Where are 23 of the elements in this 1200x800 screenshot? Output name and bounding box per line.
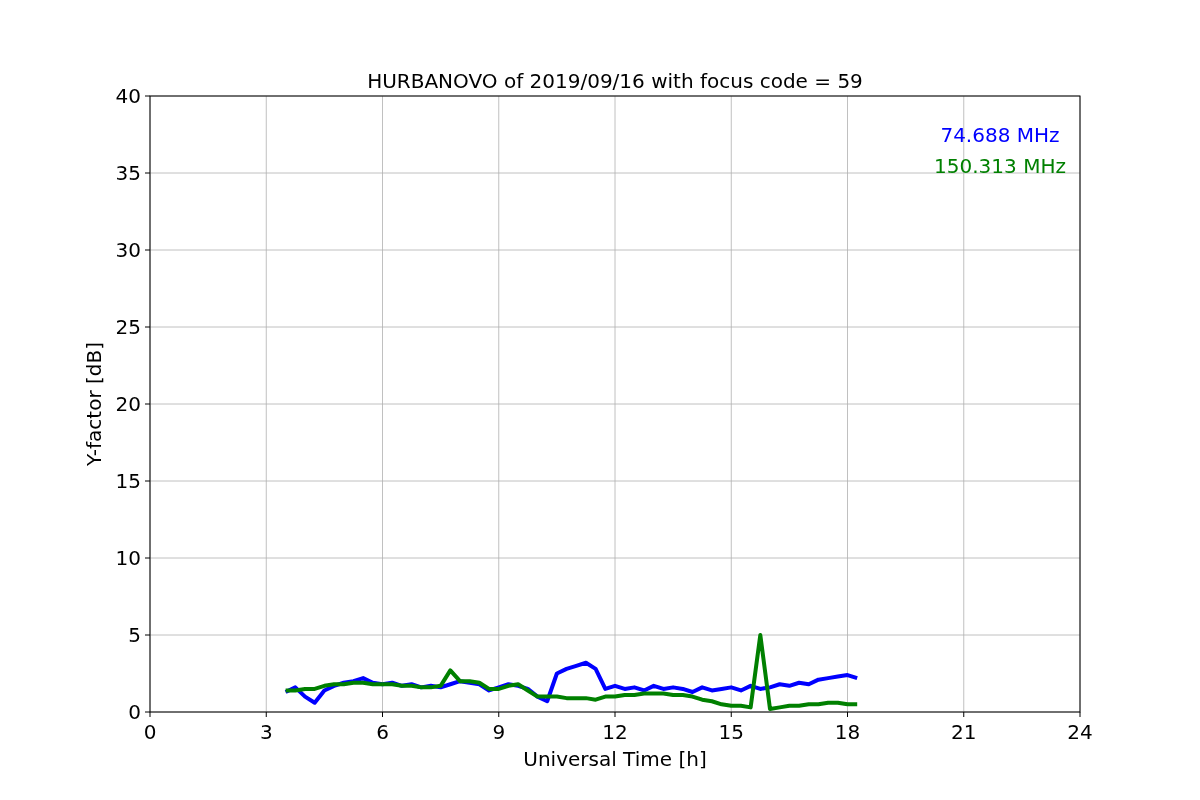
y-tick-label: 15 [115, 469, 141, 493]
y-tick-label: 30 [115, 238, 141, 262]
legend-label: 74.688 MHz [940, 123, 1060, 147]
x-tick-label: 6 [376, 720, 389, 744]
x-tick-label: 18 [834, 720, 861, 744]
y-tick-label: 25 [115, 315, 141, 339]
x-tick-label: 15 [718, 720, 744, 744]
chart-title: HURBANOVO of 2019/09/16 with focus code = 59 [367, 69, 863, 93]
legend-label: 150.313 MHz [934, 154, 1066, 178]
y-tick-label: 35 [115, 161, 141, 185]
y-tick-label: 20 [115, 392, 141, 416]
y-tick-label: 40 [115, 84, 141, 108]
y-tick-label: 10 [115, 546, 141, 570]
x-tick-label: 3 [259, 720, 273, 744]
x-tick-label: 0 [143, 720, 157, 744]
y-tick-label: 0 [128, 700, 141, 724]
y-axis-label: Y-factor [dB] [82, 342, 106, 466]
y-tick-label: 5 [128, 623, 141, 647]
x-tick-label: 24 [1067, 720, 1093, 744]
x-axis-label: Universal Time [h] [523, 747, 707, 771]
x-tick-label: 12 [602, 720, 628, 744]
x-tick-label: 9 [492, 720, 506, 744]
x-tick-label: 21 [951, 720, 977, 744]
